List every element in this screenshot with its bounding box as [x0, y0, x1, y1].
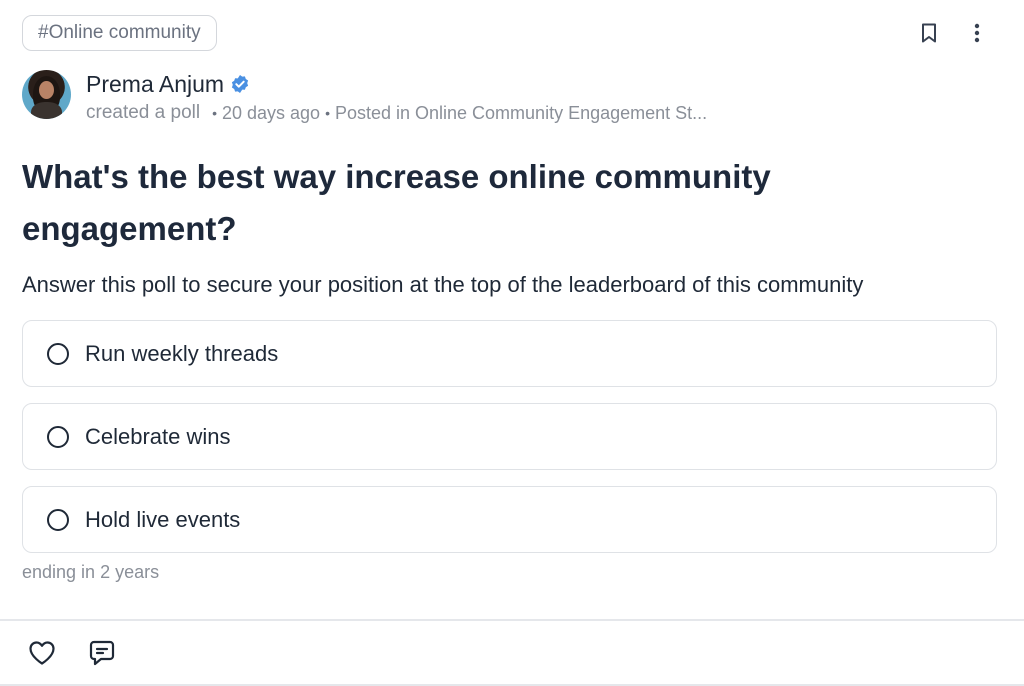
heart-icon[interactable] [27, 638, 57, 668]
author-meta: Prema Anjum created a poll • 20 days ago… [86, 70, 707, 124]
poll-post-card: #Online community Prema Anjum created a … [0, 0, 1024, 686]
post-subline: created a poll • 20 days ago • Posted in… [86, 102, 707, 124]
post-action: created a poll [86, 102, 201, 123]
author-name[interactable]: Prema Anjum [86, 71, 224, 98]
verified-badge-icon [230, 74, 250, 94]
poll-option[interactable]: Run weekly threads [22, 320, 997, 387]
poll-ending-text: ending in 2 years [22, 562, 160, 582]
author-name-row: Prema Anjum [86, 70, 707, 98]
divider [0, 619, 1024, 621]
poll-option[interactable]: Celebrate wins [22, 403, 997, 470]
separator-dot: • [212, 105, 217, 121]
poll-option-label: Hold live events [85, 506, 241, 532]
post-author: Prema Anjum created a poll • 20 days ago… [22, 70, 707, 124]
community-tag[interactable]: #Online community [22, 15, 217, 51]
comment-icon[interactable] [87, 638, 117, 668]
post-time: 20 days ago [221, 102, 321, 123]
poll-option[interactable]: Hold live events [22, 486, 997, 553]
bookmark-icon[interactable] [916, 20, 942, 46]
post-top-actions [916, 20, 990, 46]
post-bottom-actions [27, 638, 117, 668]
poll-question: What's the best way increase online comm… [22, 158, 771, 247]
poll-option-label: Run weekly threads [85, 340, 279, 366]
posted-in-link[interactable]: Posted in Online Community Engagement St… [335, 103, 707, 124]
poll-option-label: Celebrate wins [85, 423, 231, 449]
radio-button[interactable] [47, 342, 69, 365]
poll-description: Answer this poll to secure your position… [22, 272, 864, 297]
radio-button[interactable] [47, 508, 69, 531]
avatar[interactable] [22, 70, 71, 119]
separator-dot: • [325, 105, 330, 121]
more-vertical-icon[interactable] [964, 20, 990, 46]
radio-button[interactable] [47, 425, 69, 448]
poll-options: Run weekly threads Celebrate wins Hold l… [22, 320, 997, 569]
